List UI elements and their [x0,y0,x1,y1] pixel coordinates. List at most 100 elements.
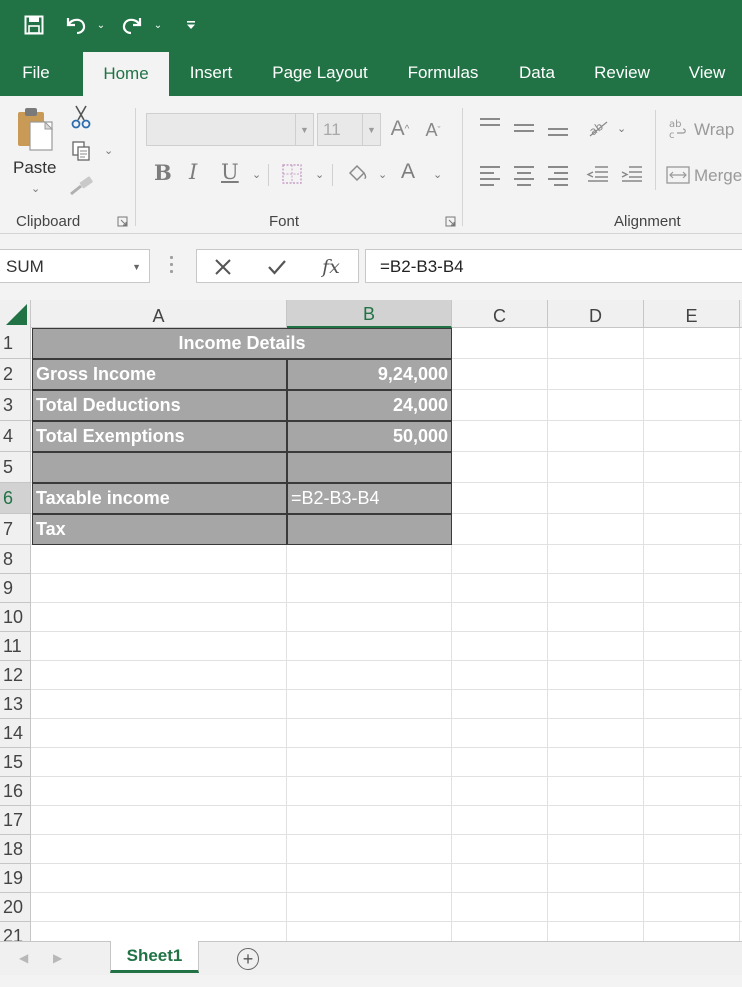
align-right-icon[interactable] [548,166,570,190]
column-header-b[interactable]: B [287,300,452,328]
row-header-16[interactable]: 16 [0,777,31,806]
align-left-icon[interactable] [480,166,502,190]
format-painter-icon[interactable] [68,174,96,198]
row-header-11[interactable]: 11 [0,632,31,661]
formula-bar-resize-handle[interactable] [170,256,174,277]
borders-dropdown-icon[interactable]: ⌄ [315,168,324,181]
tab-file[interactable]: File [10,50,62,96]
tab-review[interactable]: Review [584,50,660,96]
row-header-10[interactable]: 10 [0,603,31,632]
row-header-3[interactable]: 3 [0,390,31,421]
tab-data[interactable]: Data [508,50,566,96]
font-color-icon[interactable]: A [401,160,415,184]
row-header-14[interactable]: 14 [0,719,31,748]
worksheet-grid[interactable]: A B C D E 1 2 3 4 5 6 7 8 9 10 11 12 13 … [0,300,742,941]
increase-indent-icon[interactable] [619,162,645,186]
paste-label[interactable]: Paste [13,158,56,178]
font-size-dropdown-icon[interactable]: ▼ [362,114,380,145]
middle-align-icon[interactable] [514,124,536,136]
cell-b6-editing[interactable]: =B2-B3-B4 [287,483,452,514]
formula-input[interactable]: =B2-B3-B4 [365,249,742,283]
orientation-icon[interactable]: ab [586,116,612,140]
cancel-icon[interactable] [205,253,241,281]
merge-center-icon[interactable] [666,164,690,186]
redo-icon[interactable] [118,12,146,38]
column-header-c[interactable]: C [452,300,548,328]
cell-b7[interactable] [287,514,452,545]
row-header-15[interactable]: 15 [0,748,31,777]
row-header-2[interactable]: 2 [0,359,31,390]
paste-dropdown-icon[interactable]: ⌄ [31,182,40,195]
insert-function-icon[interactable]: fx [313,253,349,281]
top-align-icon[interactable] [480,118,502,130]
fill-color-dropdown-icon[interactable]: ⌄ [378,168,387,181]
borders-icon[interactable] [280,162,304,186]
cell-b2[interactable]: 9,24,000 [287,359,452,390]
clipboard-dialog-launcher-icon[interactable] [117,216,128,227]
tab-home[interactable]: Home [83,52,169,96]
name-box[interactable]: SUM ▼ [0,249,150,283]
row-header-4[interactable]: 4 [0,421,31,452]
decrease-font-size-icon[interactable]: Aˇ [421,118,445,142]
row-header-21[interactable]: 21 [0,922,31,941]
row-header-12[interactable]: 12 [0,661,31,690]
enter-check-icon[interactable] [259,253,295,281]
row-header-20[interactable]: 20 [0,893,31,922]
cell-a2[interactable]: Gross Income [32,359,287,390]
cell-a4[interactable]: Total Exemptions [32,421,287,452]
sheet-tab-sheet1[interactable]: Sheet1 [110,941,199,973]
font-size-box[interactable]: 11 ▼ [317,113,381,146]
paste-icon[interactable] [14,106,56,152]
tab-formulas[interactable]: Formulas [396,50,490,96]
row-header-8[interactable]: 8 [0,545,31,574]
orientation-dropdown-icon[interactable]: ⌄ [617,122,626,135]
wrap-text-label[interactable]: Wrap [694,120,734,140]
merge-center-label[interactable]: Merge [694,166,742,186]
undo-dropdown-icon[interactable]: ⌄ [94,12,108,38]
tab-page-layout[interactable]: Page Layout [260,50,380,96]
save-icon[interactable] [20,12,48,38]
cell-b3[interactable]: 24,000 [287,390,452,421]
font-name-dropdown-icon[interactable]: ▼ [295,114,313,145]
row-header-17[interactable]: 17 [0,806,31,835]
cell-a1-merged-title[interactable]: Income Details [32,328,452,359]
align-center-icon[interactable] [514,166,536,190]
column-header-a[interactable]: A [31,300,287,328]
font-color-dropdown-icon[interactable]: ⌄ [433,168,442,181]
tab-insert[interactable]: Insert [178,50,244,96]
font-dialog-launcher-icon[interactable] [445,216,456,227]
underline-dropdown-icon[interactable]: ⌄ [252,168,261,181]
row-header-19[interactable]: 19 [0,864,31,893]
cut-icon[interactable] [68,104,94,130]
scroll-sheets-right-icon[interactable]: ▶ [53,951,62,965]
row-header-9[interactable]: 9 [0,574,31,603]
cell-a7[interactable]: Tax [32,514,287,545]
cell-b4[interactable]: 50,000 [287,421,452,452]
tab-view[interactable]: View [678,50,736,96]
decrease-indent-icon[interactable] [585,162,611,186]
column-header-d[interactable]: D [548,300,644,328]
wrap-text-icon[interactable]: ab c [668,118,690,140]
cell-b5[interactable] [287,452,452,483]
new-sheet-icon[interactable]: + [237,948,259,970]
row-header-18[interactable]: 18 [0,835,31,864]
bottom-align-icon[interactable] [548,128,570,140]
row-header-7[interactable]: 7 [0,514,31,545]
cell-a3[interactable]: Total Deductions [32,390,287,421]
row-header-6[interactable]: 6 [0,483,31,514]
bold-icon[interactable]: B [154,160,172,185]
cell-a6[interactable]: Taxable income [32,483,287,514]
select-all-button[interactable] [0,300,31,328]
column-header-e[interactable]: E [644,300,740,328]
redo-dropdown-icon[interactable]: ⌄ [151,12,165,38]
row-header-13[interactable]: 13 [0,690,31,719]
fill-color-icon[interactable] [344,160,370,186]
scroll-sheets-left-icon[interactable]: ◀ [19,951,28,965]
row-header-5[interactable]: 5 [0,452,31,483]
increase-font-size-icon[interactable]: A ^ [388,116,412,142]
customize-qat-icon[interactable] [182,12,200,38]
name-box-dropdown-icon[interactable]: ▼ [132,262,141,272]
underline-icon[interactable]: U [221,160,239,184]
row-header-1[interactable]: 1 [0,328,31,359]
italic-icon[interactable]: I [189,160,197,184]
